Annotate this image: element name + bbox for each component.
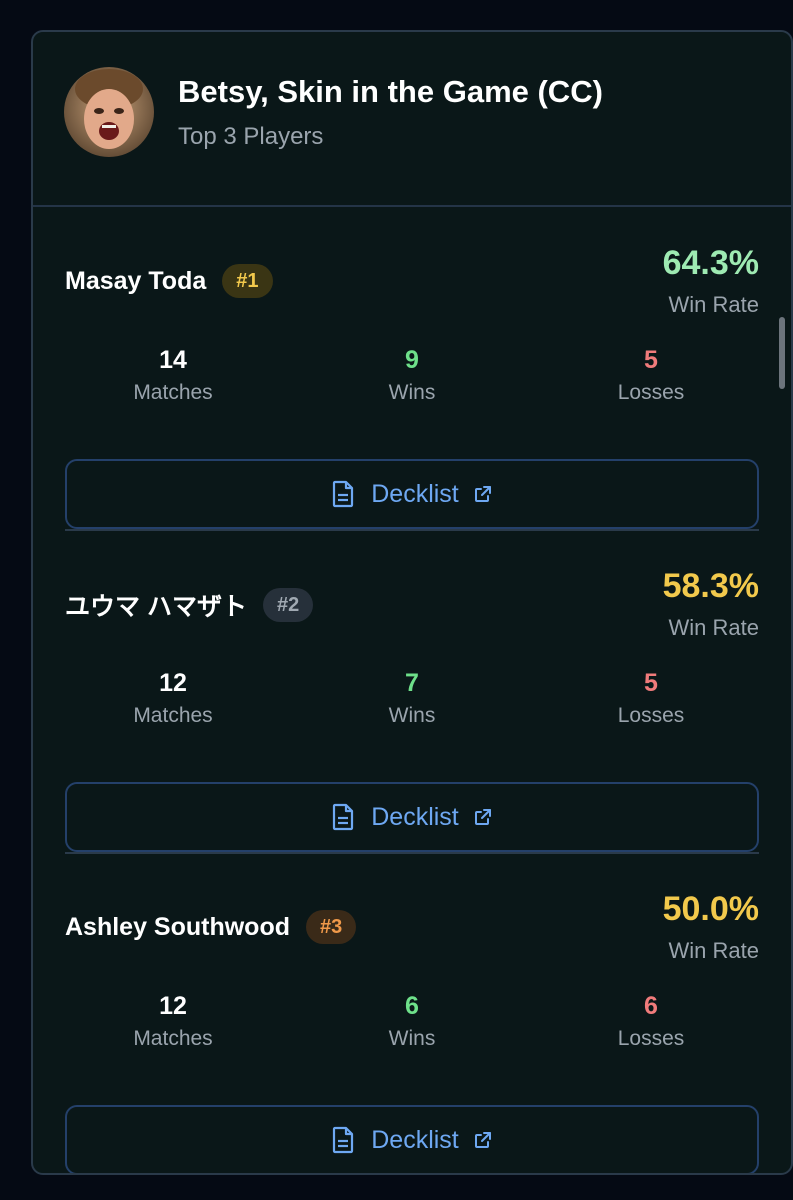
external-link-icon	[473, 807, 493, 827]
decklist-label: Decklist	[371, 479, 459, 508]
matches-label: Matches	[133, 381, 213, 404]
matches-value: 14	[159, 346, 187, 374]
commander-avatar	[64, 67, 154, 157]
wins-stat: 9 Wins	[302, 346, 522, 405]
rank-badge: #2	[262, 588, 314, 622]
losses-stat: 6 Losses	[541, 992, 761, 1051]
player-entry: Masay Toda #1 64.3% Win Rate 14 Matches 9 Wins 5…	[65, 208, 759, 531]
top-players-card: Betsy, Skin in the Game (CC) Top 3 Playe…	[31, 30, 793, 1175]
losses-label: Losses	[617, 381, 685, 404]
external-link-icon	[473, 1130, 493, 1150]
decklist-label: Decklist	[371, 1125, 459, 1154]
wins-stat: 6 Wins	[302, 992, 522, 1051]
page-title: Betsy, Skin in the Game (CC)	[178, 74, 603, 109]
win-rate-label: Win Rate	[668, 292, 759, 317]
player-name: Ashley Southwood	[65, 912, 290, 941]
wins-value: 6	[405, 992, 419, 1020]
decklist-button[interactable]: Decklist	[65, 782, 759, 852]
losses-stat: 5 Losses	[541, 346, 761, 405]
player-name-row: ユウマ ハマザト #2	[65, 587, 314, 623]
document-icon	[331, 1126, 355, 1154]
player-entry: ユウマ ハマザト #2 58.3% Win Rate 12 Matches 7 Wins 5 Lo…	[65, 531, 759, 854]
wins-value: 9	[405, 346, 419, 374]
losses-value: 6	[644, 992, 658, 1020]
win-rate-label: Win Rate	[668, 938, 759, 963]
matches-label: Matches	[133, 1027, 213, 1050]
decklist-button[interactable]: Decklist	[65, 459, 759, 529]
document-icon	[331, 480, 355, 508]
player-entry: Ashley Southwood #3 50.0% Win Rate 12 Matches…	[63, 854, 761, 1173]
decklist-label: Decklist	[371, 802, 459, 831]
wins-label: Wins	[388, 381, 436, 404]
losses-stat: 5 Losses	[541, 669, 761, 728]
losses-value: 5	[644, 669, 658, 697]
matches-value: 12	[159, 669, 187, 697]
portrait-icon	[64, 67, 154, 157]
decklist-button[interactable]: Decklist	[65, 1105, 759, 1173]
wins-label: Wins	[388, 704, 436, 727]
matches-stat: 12 Matches	[63, 669, 283, 728]
document-icon	[331, 803, 355, 831]
rank-badge: #3	[306, 910, 357, 944]
matches-stat: 14 Matches	[63, 346, 283, 405]
page-subtitle: Top 3 Players	[178, 123, 324, 150]
player-name-row: Masay Toda #1	[65, 264, 273, 298]
matches-label: Matches	[133, 704, 213, 727]
external-link-icon	[473, 484, 493, 504]
matches-value: 12	[159, 992, 187, 1020]
win-rate-value: 64.3%	[662, 244, 759, 282]
losses-label: Losses	[617, 1027, 685, 1050]
rank-badge: #1	[222, 264, 273, 298]
losses-value: 5	[644, 346, 658, 374]
scrollbar-thumb[interactable]	[779, 317, 785, 389]
wins-label: Wins	[388, 1027, 436, 1050]
win-rate-label: Win Rate	[668, 615, 759, 640]
win-rate-value: 58.3%	[662, 567, 759, 605]
matches-stat: 12 Matches	[63, 992, 283, 1051]
player-name: ユウマ ハマザト	[65, 593, 247, 621]
losses-label: Losses	[617, 704, 685, 727]
wins-stat: 7 Wins	[302, 669, 522, 728]
win-rate-value: 50.0%	[662, 890, 759, 928]
card-header: Betsy, Skin in the Game (CC) Top 3 Playe…	[33, 32, 791, 207]
player-name-row: Ashley Southwood #3	[65, 910, 357, 944]
player-name: Masay Toda	[65, 266, 207, 295]
wins-value: 7	[405, 669, 419, 697]
